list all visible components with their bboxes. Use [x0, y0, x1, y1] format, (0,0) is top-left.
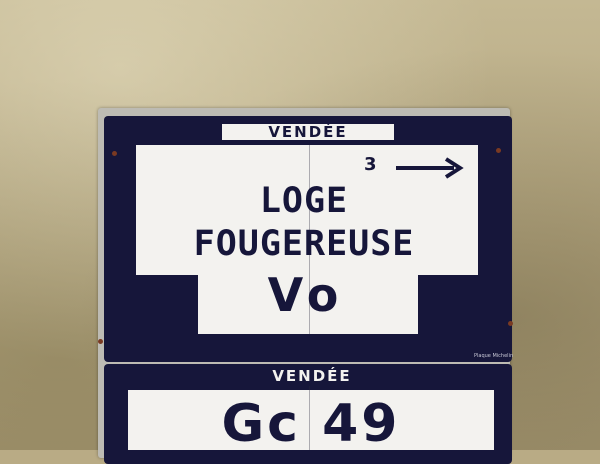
place-name-line-1: LOGE [259, 181, 349, 221]
hamlet-name: Vo [267, 268, 345, 322]
region-name-top: VENDÉE [268, 123, 348, 141]
route-number: Gc 49 [221, 394, 401, 454]
place-name-line-2: FOUGEREUSE [193, 224, 415, 264]
screw-head [508, 321, 513, 326]
region-name-bottom: VENDÉE [272, 367, 352, 385]
right-arrow-icon [396, 157, 464, 179]
distance-km: 3 [364, 154, 377, 175]
maker-mark: Plaque Michelin [474, 353, 514, 359]
region-label-box-lower: VENDÉE [214, 366, 410, 386]
region-label-box: VENDÉE [220, 122, 396, 142]
screw-head [98, 339, 103, 344]
screw-head [496, 148, 501, 153]
screw-head [112, 151, 117, 156]
